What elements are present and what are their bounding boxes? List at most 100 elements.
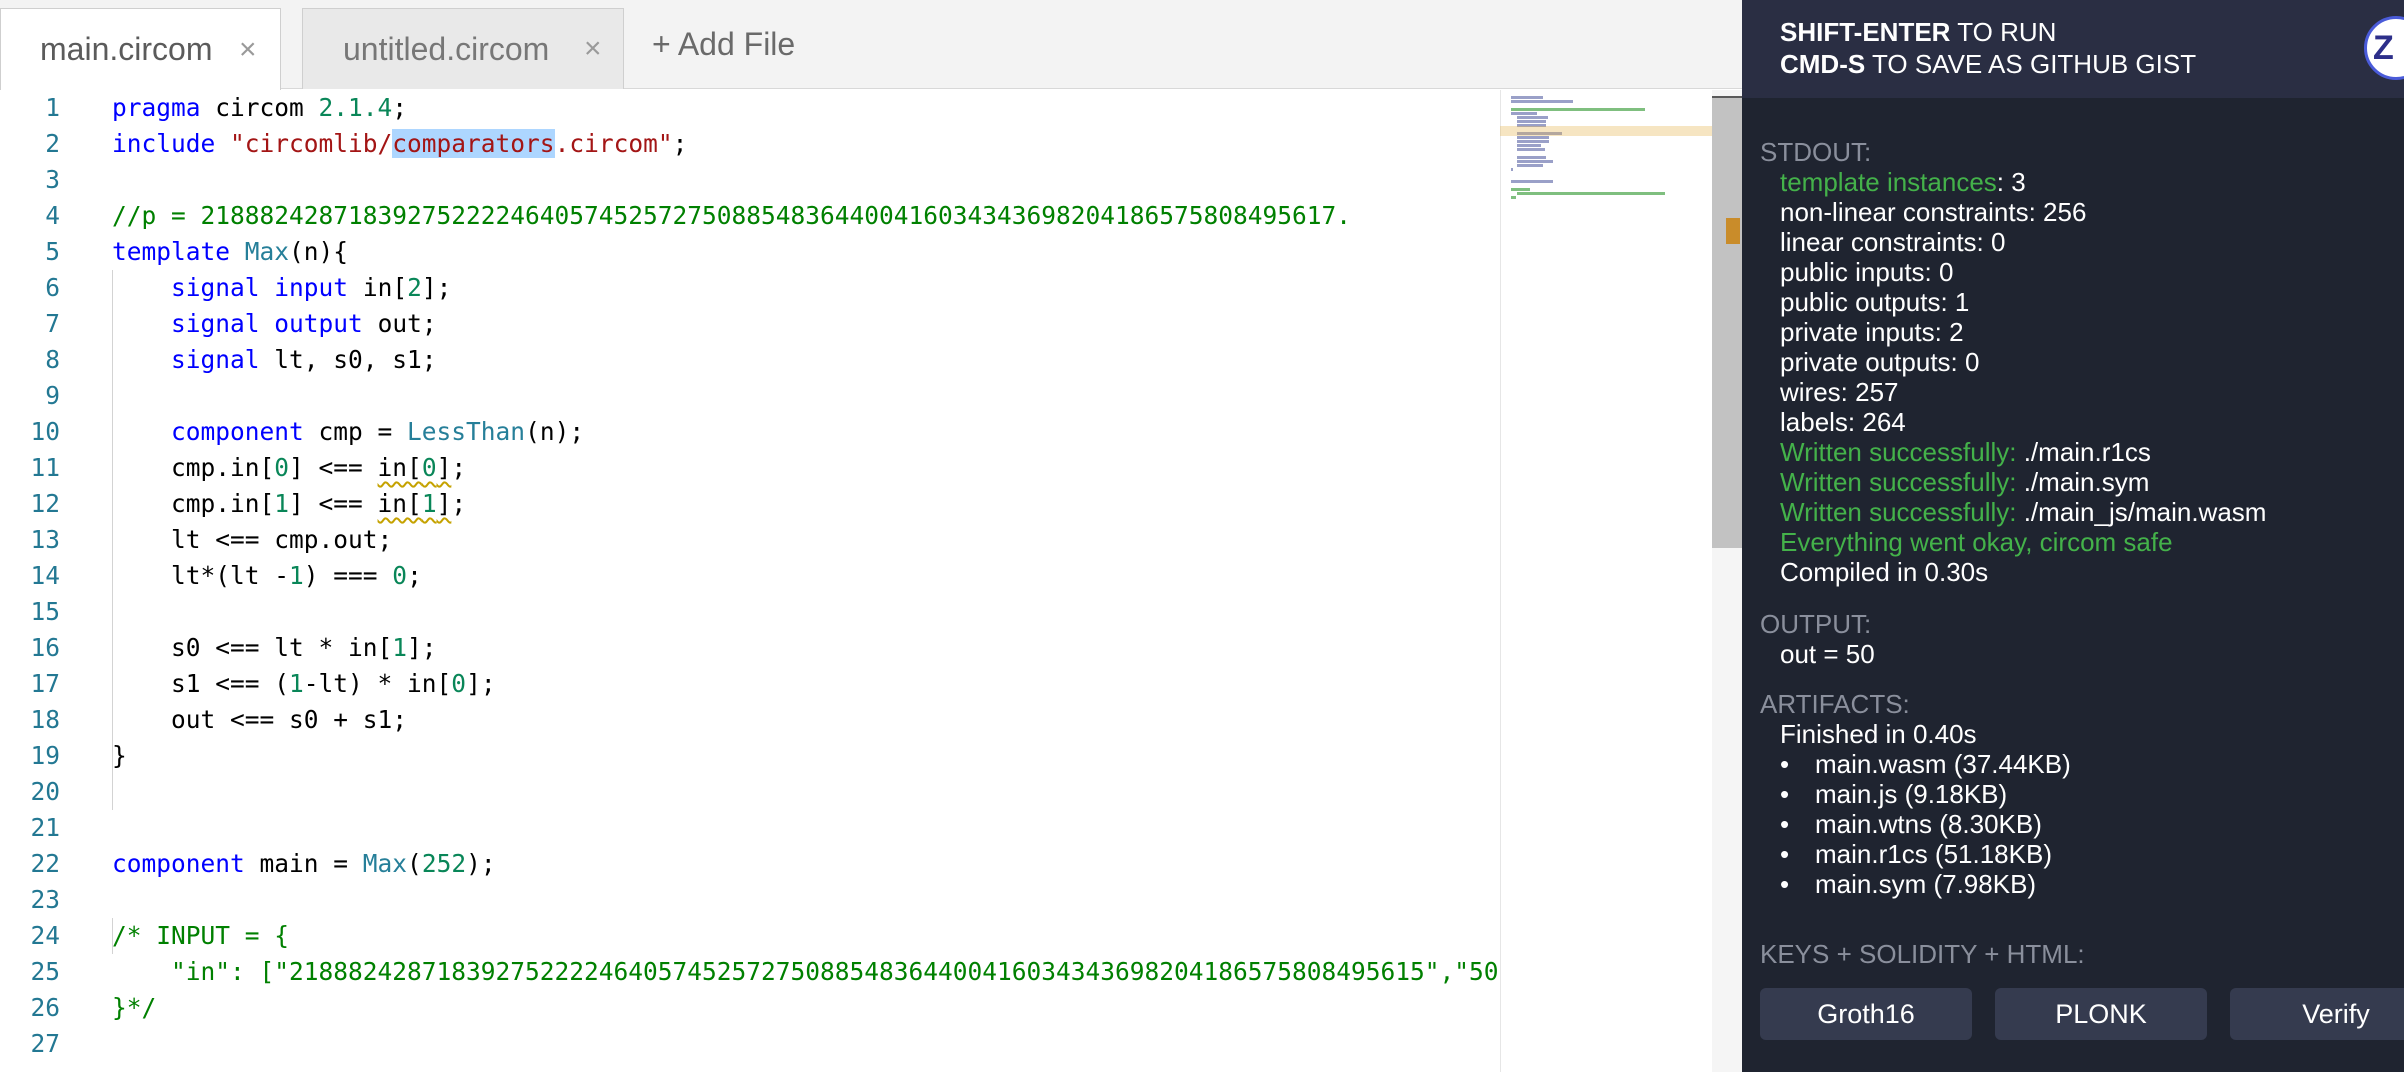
stdout-success-text: Written successfully: xyxy=(1780,497,2017,527)
line-number: 4 xyxy=(45,201,60,230)
code-line[interactable]: 24 /* INPUT = { xyxy=(0,918,1500,954)
code-text[interactable]: signal output out; xyxy=(112,306,437,342)
code-line[interactable]: 3 xyxy=(0,162,1500,198)
code-line[interactable]: 14 lt*(lt -1) === 0; xyxy=(0,558,1500,594)
code-text[interactable]: lt <== cmp.out; xyxy=(112,522,392,558)
minimap[interactable] xyxy=(1500,90,1713,1072)
line-number: 22 xyxy=(30,849,60,878)
add-file-button[interactable]: + Add File xyxy=(652,26,795,63)
groth16-button[interactable]: Groth16 xyxy=(1760,988,1972,1040)
code-line[interactable]: 5 template Max(n){ xyxy=(0,234,1500,270)
logo-icon[interactable]: Z xyxy=(2364,16,2404,80)
code-line[interactable]: 27 xyxy=(0,1026,1500,1062)
tab-untitled-circom[interactable]: untitled.circom × xyxy=(302,8,624,89)
code-line[interactable]: 23 xyxy=(0,882,1500,918)
tab-label: main.circom xyxy=(40,31,213,67)
stdout-line: wires: 257 xyxy=(1780,377,1899,407)
line-number: 8 xyxy=(45,345,60,374)
plonk-button[interactable]: PLONK xyxy=(1995,988,2207,1040)
minimap-slider[interactable] xyxy=(1500,126,1712,136)
code-text[interactable]: /* INPUT = { xyxy=(112,918,289,954)
minimap-line xyxy=(1517,192,1665,195)
line-number: 17 xyxy=(30,669,60,698)
code-text[interactable]: component main = Max(252); xyxy=(112,846,496,882)
code-line[interactable]: 16 s0 <== lt * in[1]; xyxy=(0,630,1500,666)
code-line[interactable]: 26}*/ xyxy=(0,990,1500,1026)
close-icon[interactable]: × xyxy=(584,32,602,66)
code-text[interactable]: s1 <== (1-lt) * in[0]; xyxy=(112,666,496,702)
artifact-item[interactable]: • main.wtns (8.30KB) xyxy=(1780,809,2042,839)
code-line[interactable]: 15 xyxy=(0,594,1500,630)
code-text[interactable]: pragma circom 2.1.4; xyxy=(112,90,407,126)
code-line[interactable]: 11 cmp.in[0] <== in[0]; xyxy=(0,450,1500,486)
code-line[interactable]: 19} xyxy=(0,738,1500,774)
code-text[interactable]: "in": ["21888242871839275222246405745257… xyxy=(112,954,1528,990)
code-text[interactable]: cmp.in[1] <== in[1]; xyxy=(112,486,466,522)
artifact-item[interactable]: • main.js (9.18KB) xyxy=(1780,779,2007,809)
code-line[interactable]: 13 lt <== cmp.out; xyxy=(0,522,1500,558)
code-line[interactable]: 7 signal output out; xyxy=(0,306,1500,342)
line-number: 15 xyxy=(30,597,60,626)
line-number: 2 xyxy=(45,129,60,158)
code-text[interactable]: lt*(lt -1) === 0; xyxy=(112,558,422,594)
stdout-text: wires: 257 xyxy=(1780,377,1899,407)
minimap-line xyxy=(1511,96,1543,99)
code-editor[interactable]: 1 pragma circom 2.1.4; 2 include "circomlib… xyxy=(0,90,1742,1072)
code-line[interactable]: 12 cmp.in[1] <== in[1]; xyxy=(0,486,1500,522)
code-line[interactable]: 18 out <== s0 + s1; xyxy=(0,702,1500,738)
line-number: 23 xyxy=(30,885,60,914)
tab-main-circom[interactable]: main.circom × xyxy=(0,8,281,90)
code-line[interactable]: 21 xyxy=(0,810,1500,846)
code-text[interactable]: template Max(n){ xyxy=(112,234,348,270)
line-number: 14 xyxy=(30,561,60,590)
artifact-label[interactable]: main.r1cs (51.18KB) xyxy=(1815,839,2052,869)
code-line[interactable]: 25 "in": ["21888242871839275222246405745… xyxy=(0,954,1528,990)
minimap-line xyxy=(1511,196,1516,199)
minimap-line xyxy=(1517,140,1550,143)
minimap-line xyxy=(1517,156,1547,159)
code-text[interactable]: s0 <== lt * in[1]; xyxy=(112,630,437,666)
code-text[interactable]: include "circomlib/comparators.circom"; xyxy=(112,126,687,162)
minimap-line xyxy=(1517,148,1545,151)
code-line[interactable]: 8 signal lt, s0, s1; xyxy=(0,342,1500,378)
minimap-line xyxy=(1517,164,1543,167)
artifact-label[interactable]: main.wasm (37.44KB) xyxy=(1815,749,2071,779)
code-text[interactable]: component cmp = LessThan(n); xyxy=(112,414,584,450)
shortcut-key: CMD-S xyxy=(1780,49,1866,79)
code-text[interactable]: signal input in[2]; xyxy=(112,270,451,306)
verify-button[interactable]: Verify xyxy=(2230,988,2404,1040)
artifact-label[interactable]: main.sym (7.98KB) xyxy=(1815,869,2036,899)
code-line[interactable]: 17 s1 <== (1-lt) * in[0]; xyxy=(0,666,1500,702)
code-text[interactable]: cmp.in[0] <== in[0]; xyxy=(112,450,466,486)
code-line[interactable]: 10 component cmp = LessThan(n); xyxy=(0,414,1500,450)
code-text[interactable]: out <== s0 + s1; xyxy=(112,702,407,738)
code-line[interactable]: 2 include "circomlib/comparators.circom"; xyxy=(0,126,1500,162)
stdout-success-text: Everything went okay, circom safe xyxy=(1780,527,2173,557)
scrollbar-thumb[interactable] xyxy=(1712,98,1742,548)
minimap-line xyxy=(1511,112,1537,115)
artifact-label[interactable]: main.wtns (8.30KB) xyxy=(1815,809,2042,839)
stdout-success-text: Written successfully: xyxy=(1780,437,2017,467)
bullet-icon: • xyxy=(1780,869,1790,899)
code-line[interactable]: 22 component main = Max(252); xyxy=(0,846,1500,882)
artifact-item[interactable]: • main.r1cs (51.18KB) xyxy=(1780,839,2052,869)
code-text[interactable]: } xyxy=(112,738,127,774)
code-text[interactable]: }*/ xyxy=(112,990,156,1026)
stdout-text: ./main.r1cs xyxy=(2016,437,2151,467)
line-number: 12 xyxy=(30,489,60,518)
line-number: 11 xyxy=(30,453,60,482)
code-line[interactable]: 1 pragma circom 2.1.4; xyxy=(0,90,1500,126)
code-line[interactable]: 9 xyxy=(0,378,1500,414)
code-line[interactable]: 4 //p = 218882428718392752222464057452572… xyxy=(0,198,1500,234)
close-icon[interactable]: × xyxy=(239,33,257,67)
artifact-label[interactable]: main.js (9.18KB) xyxy=(1815,779,2007,809)
code-line[interactable]: 6 signal input in[2]; xyxy=(0,270,1500,306)
code-text[interactable]: signal lt, s0, s1; xyxy=(112,342,437,378)
line-number: 9 xyxy=(45,381,60,410)
code-text[interactable]: //p = 2188824287183927522224640574525727… xyxy=(112,198,1351,234)
shortcut-action: TO SAVE AS GITHUB GIST xyxy=(1865,49,2197,79)
code-line[interactable]: 20 xyxy=(0,774,1500,810)
artifact-item[interactable]: • main.wasm (37.44KB) xyxy=(1780,749,2071,779)
artifact-item[interactable]: • main.sym (7.98KB) xyxy=(1780,869,2036,899)
output-value: out = 50 xyxy=(1780,639,1875,669)
